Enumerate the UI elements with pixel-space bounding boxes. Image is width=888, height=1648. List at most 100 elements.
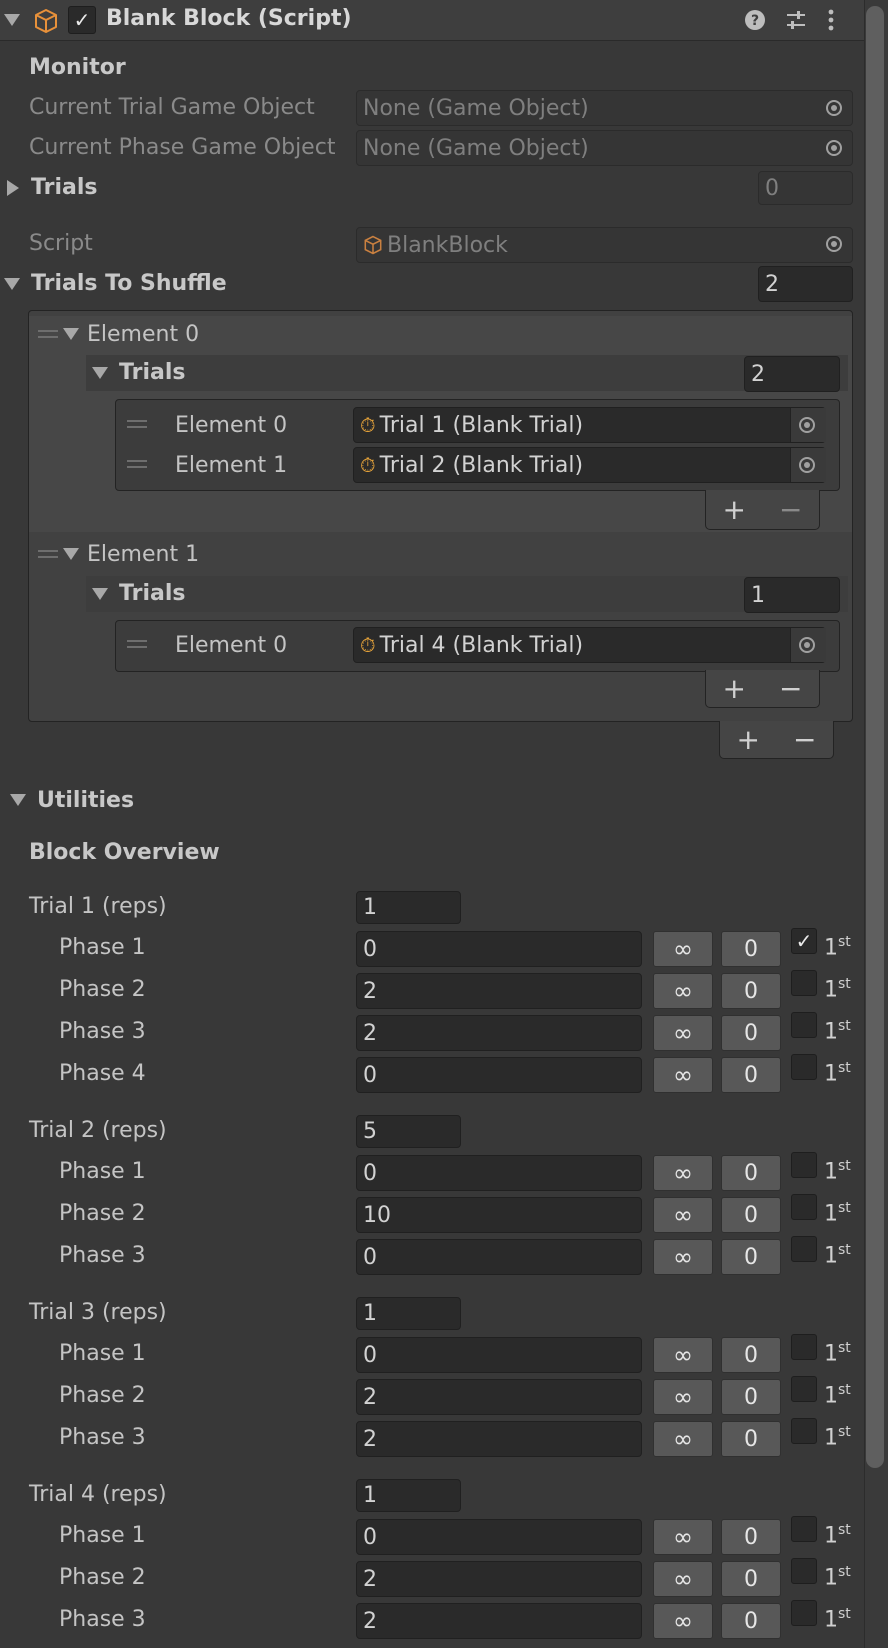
infinity-button[interactable]: ∞	[653, 1421, 713, 1457]
drag-handle-icon[interactable]	[127, 420, 147, 428]
current-phase-field[interactable]: None (Game Object)	[356, 130, 853, 166]
first-checkbox[interactable]	[791, 1600, 817, 1626]
drag-handle-icon[interactable]	[127, 640, 147, 648]
nested-trials-label[interactable]: Trials	[119, 581, 185, 606]
object-picker-icon[interactable]	[799, 417, 815, 433]
zero-button[interactable]: 0	[721, 1337, 781, 1373]
trials-foldout-label[interactable]: Trials	[31, 175, 97, 200]
infinity-button[interactable]: ∞	[653, 1603, 713, 1639]
remove-element-button[interactable]: −	[793, 723, 816, 756]
scrollbar-thumb[interactable]	[866, 6, 884, 1468]
phase-value-field[interactable]: 0	[356, 1337, 642, 1373]
first-checkbox[interactable]	[791, 1516, 817, 1542]
phase-value-field[interactable]: 0	[356, 1519, 642, 1555]
zero-button[interactable]: 0	[721, 1603, 781, 1639]
phase-value-field[interactable]: 10	[356, 1197, 642, 1233]
zero-button[interactable]: 0	[721, 1015, 781, 1051]
trials-to-shuffle-label[interactable]: Trials To Shuffle	[31, 271, 227, 296]
script-field[interactable]: BlankBlock	[356, 227, 853, 263]
collapse-arrow-icon[interactable]	[4, 278, 20, 290]
add-element-button[interactable]: +	[723, 672, 746, 705]
first-checkbox[interactable]	[791, 1152, 817, 1178]
trial-object-field[interactable]: ⏱ Trial 4 (Blank Trial)	[353, 627, 826, 663]
phase-value-field[interactable]: 2	[356, 1561, 642, 1597]
current-trial-field[interactable]: None (Game Object)	[356, 90, 853, 126]
trial-object-field[interactable]: ⏱ Trial 1 (Blank Trial)	[353, 407, 826, 443]
drag-handle-icon[interactable]	[38, 550, 58, 558]
phase-value-field[interactable]: 2	[356, 973, 642, 1009]
infinity-button[interactable]: ∞	[653, 1379, 713, 1415]
zero-button[interactable]: 0	[721, 1379, 781, 1415]
add-element-button[interactable]: +	[723, 493, 746, 526]
phase-value-field[interactable]: 2	[356, 1421, 642, 1457]
object-picker-icon[interactable]	[799, 637, 815, 653]
zero-button[interactable]: 0	[721, 1197, 781, 1233]
trials-size-field[interactable]: 0	[758, 171, 853, 205]
phase-value-field[interactable]: 0	[356, 931, 642, 967]
element-0-label[interactable]: Element 0	[87, 322, 199, 347]
first-checkbox[interactable]	[791, 1194, 817, 1220]
infinity-button[interactable]: ∞	[653, 1561, 713, 1597]
object-picker-icon[interactable]	[799, 457, 815, 473]
trial-reps-field[interactable]: 1	[356, 891, 461, 924]
zero-button[interactable]: 0	[721, 931, 781, 967]
infinity-button[interactable]: ∞	[653, 1015, 713, 1051]
infinity-button[interactable]: ∞	[653, 1337, 713, 1373]
collapse-arrow-icon[interactable]	[10, 794, 26, 806]
first-checkbox[interactable]	[791, 1558, 817, 1584]
zero-button[interactable]: 0	[721, 1561, 781, 1597]
phase-value-field[interactable]: 0	[356, 1155, 642, 1191]
phase-value-field[interactable]: 2	[356, 1379, 642, 1415]
first-checkbox[interactable]	[791, 1054, 817, 1080]
infinity-button[interactable]: ∞	[653, 931, 713, 967]
infinity-button[interactable]: ∞	[653, 1057, 713, 1093]
zero-button[interactable]: 0	[721, 1519, 781, 1555]
trial-object-field[interactable]: ⏱ Trial 2 (Blank Trial)	[353, 447, 826, 483]
phase-value-field[interactable]: 2	[356, 1603, 642, 1639]
add-element-button[interactable]: +	[737, 723, 760, 756]
element-1-label[interactable]: Element 1	[87, 542, 199, 567]
enabled-checkbox[interactable]: ✓	[68, 6, 96, 34]
first-checkbox[interactable]	[791, 1334, 817, 1360]
phase-value-field[interactable]: 0	[356, 1057, 642, 1093]
zero-button[interactable]: 0	[721, 1057, 781, 1093]
zero-button[interactable]: 0	[721, 973, 781, 1009]
nested-trials-size[interactable]: 2	[744, 356, 840, 392]
nested-trials-size[interactable]: 1	[744, 577, 840, 613]
first-checkbox[interactable]	[791, 970, 817, 996]
drag-handle-icon[interactable]	[127, 460, 147, 468]
object-picker-icon[interactable]	[826, 140, 842, 156]
phase-value-field[interactable]: 0	[356, 1239, 642, 1275]
collapse-arrow-icon[interactable]	[92, 588, 108, 600]
object-picker-icon[interactable]	[826, 100, 842, 116]
zero-button[interactable]: 0	[721, 1239, 781, 1275]
phase-value-field[interactable]: 2	[356, 1015, 642, 1051]
trials-to-shuffle-size[interactable]: 2	[758, 266, 853, 302]
infinity-button[interactable]: ∞	[653, 1197, 713, 1233]
object-picker-icon[interactable]	[826, 236, 842, 252]
utilities-label[interactable]: Utilities	[37, 788, 134, 813]
first-checkbox[interactable]	[791, 1418, 817, 1444]
nested-trials-label[interactable]: Trials	[119, 360, 185, 385]
zero-button[interactable]: 0	[721, 1421, 781, 1457]
collapse-arrow-icon[interactable]	[63, 328, 79, 340]
first-checkbox[interactable]: ✓	[791, 928, 817, 954]
drag-handle-icon[interactable]	[38, 330, 58, 338]
infinity-button[interactable]: ∞	[653, 1519, 713, 1555]
first-checkbox[interactable]	[791, 1012, 817, 1038]
trial-reps-field[interactable]: 1	[356, 1297, 461, 1330]
preset-settings-icon[interactable]	[784, 8, 808, 32]
remove-element-button[interactable]: −	[779, 672, 802, 705]
trial-reps-field[interactable]: 5	[356, 1115, 461, 1148]
trial-reps-field[interactable]: 1	[356, 1479, 461, 1512]
zero-button[interactable]: 0	[721, 1155, 781, 1191]
collapse-arrow-icon[interactable]	[63, 548, 79, 560]
expand-arrow-icon[interactable]	[7, 180, 19, 196]
infinity-button[interactable]: ∞	[653, 1155, 713, 1191]
help-icon[interactable]: ?	[744, 9, 766, 31]
more-options-icon[interactable]	[826, 8, 836, 32]
collapse-arrow-icon[interactable]	[92, 367, 108, 379]
infinity-button[interactable]: ∞	[653, 1239, 713, 1275]
first-checkbox[interactable]	[791, 1236, 817, 1262]
remove-element-button[interactable]: −	[779, 493, 802, 526]
